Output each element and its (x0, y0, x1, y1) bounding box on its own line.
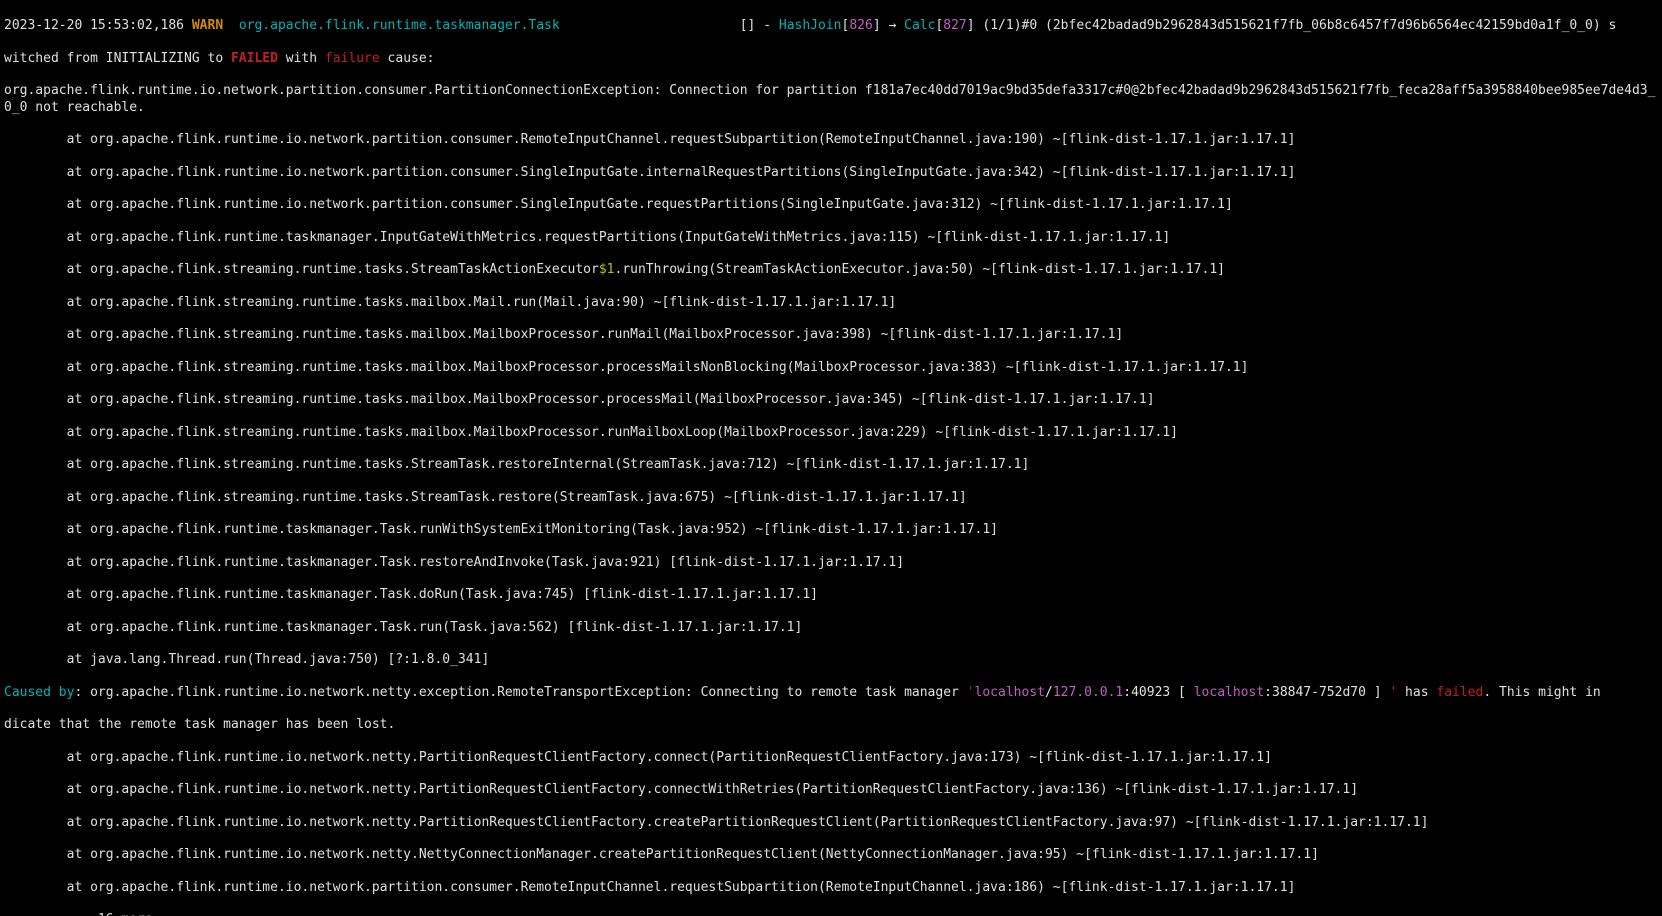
stack-frame: at org.apache.flink.runtime.io.network.n… (4, 782, 1658, 798)
stack-frame: at org.apache.flink.streaming.runtime.ta… (4, 425, 1658, 441)
logger-class: org.apache.flink.runtime.taskmanager.Tas… (239, 18, 560, 33)
stack-frame: at org.apache.flink.streaming.runtime.ta… (4, 457, 1658, 473)
terminal-output[interactable]: 2023-12-20 15:53:02,186 WARN org.apache.… (0, 0, 1662, 916)
stack-frame: at org.apache.flink.runtime.io.network.p… (4, 165, 1658, 181)
stack-frame: at org.apache.flink.runtime.taskmanager.… (4, 522, 1658, 538)
stack-frame: at org.apache.flink.runtime.io.network.p… (4, 197, 1658, 213)
stack-frame: at org.apache.flink.streaming.runtime.ta… (4, 490, 1658, 506)
stack-frame: at org.apache.flink.runtime.taskmanager.… (4, 620, 1658, 636)
exception-message: org.apache.flink.runtime.io.network.part… (4, 83, 1658, 116)
stack-frame: at org.apache.flink.runtime.io.network.p… (4, 132, 1658, 148)
stack-frame: at org.apache.flink.runtime.io.network.p… (4, 880, 1658, 896)
stack-frame: at org.apache.flink.runtime.io.network.n… (4, 847, 1658, 863)
stack-frame: at org.apache.flink.streaming.runtime.ta… (4, 392, 1658, 408)
stack-frame: at org.apache.flink.runtime.io.network.n… (4, 750, 1658, 766)
level-warn: WARN (192, 18, 223, 33)
stack-frame: at org.apache.flink.runtime.io.network.n… (4, 815, 1658, 831)
stack-frame: at org.apache.flink.runtime.taskmanager.… (4, 230, 1658, 246)
stack-frame: at org.apache.flink.runtime.taskmanager.… (4, 587, 1658, 603)
stack-more: ... 16 more (4, 912, 1658, 916)
stack-frame: at org.apache.flink.streaming.runtime.ta… (4, 295, 1658, 311)
stack-frame: at java.lang.Thread.run(Thread.java:750)… (4, 652, 1658, 668)
timestamp: 2023-12-20 15:53:02,186 (4, 18, 184, 33)
stack-frame: at org.apache.flink.runtime.taskmanager.… (4, 555, 1658, 571)
stack-frame: at org.apache.flink.streaming.runtime.ta… (4, 327, 1658, 343)
stack-frame: at org.apache.flink.streaming.runtime.ta… (4, 360, 1658, 376)
